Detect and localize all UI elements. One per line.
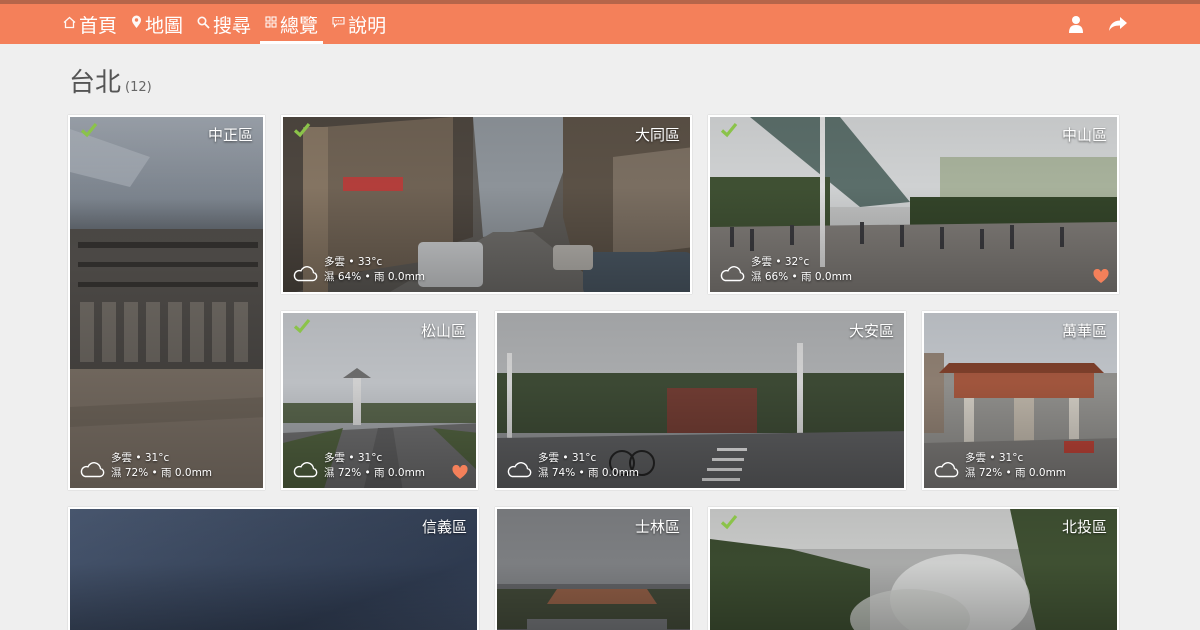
district-name: 松山區: [420, 322, 466, 340]
district-name: 士林區: [634, 518, 680, 536]
district-card-wanhua[interactable]: 萬華區 多雲 • 31°c 濕 72% • 雨 0.0mm: [922, 311, 1119, 490]
weather-line-1: 多雲 • 31°c: [965, 452, 1024, 464]
nav-tabs: 首頁 地圖 搜尋 總覽 說明: [56, 4, 393, 44]
card-shade: [70, 117, 263, 488]
district-name: 萬華區: [1061, 322, 1107, 340]
navbar: 首頁 地圖 搜尋 總覽 說明: [0, 4, 1200, 44]
cloud-icon: [293, 462, 318, 478]
share-icon: [1109, 17, 1127, 31]
nav-home[interactable]: 首頁: [56, 4, 124, 44]
grid-icon: [265, 16, 277, 32]
weather-line-1: 多雲 • 31°c: [538, 452, 597, 464]
weather-line-1: 多雲 • 31°c: [111, 452, 170, 464]
weather-info: 多雲 • 31°c 濕 74% • 雨 0.0mm: [506, 451, 639, 481]
nav-map-label: 地圖: [145, 14, 184, 37]
user-icon: [1069, 16, 1083, 33]
nav-actions: [1066, 4, 1128, 44]
city-name: 台北: [69, 68, 122, 98]
user-button[interactable]: [1066, 14, 1086, 34]
check-icon: [293, 122, 311, 138]
district-card-zhongshan[interactable]: 中山區 多雲 • 32°c 濕 66% • 雨 0.0mm: [708, 115, 1119, 294]
weather-line-1: 多雲 • 33°c: [324, 256, 383, 268]
heart-icon[interactable]: [452, 465, 468, 480]
weather-info: 多雲 • 31°c 濕 72% • 雨 0.0mm: [292, 451, 425, 481]
card-shade: [70, 509, 477, 630]
district-name: 北投區: [1061, 518, 1107, 536]
cloud-icon: [934, 462, 959, 478]
weather-text: 多雲 • 31°c 濕 74% • 雨 0.0mm: [538, 451, 639, 481]
cloud-icon: [720, 266, 745, 282]
cloud-icon: [507, 462, 532, 478]
nav-overview[interactable]: 總覽: [258, 4, 325, 44]
district-name: 大安區: [848, 322, 894, 340]
weather-text: 多雲 • 31°c 濕 72% • 雨 0.0mm: [324, 451, 425, 481]
check-icon: [293, 318, 311, 334]
district-card-daan[interactable]: 大安區 多雲 • 31°c 濕 74% • 雨 0.0mm: [495, 311, 906, 490]
weather-line-1: 多雲 • 31°c: [324, 452, 383, 464]
cloud-icon: [293, 266, 318, 282]
district-name: 中山區: [1061, 126, 1107, 144]
page-title: 台北 (12): [69, 62, 152, 99]
nav-search-label: 搜尋: [213, 14, 252, 37]
district-count: (12): [125, 80, 152, 95]
weather-info: 多雲 • 32°c 濕 66% • 雨 0.0mm: [719, 255, 852, 285]
nav-home-label: 首頁: [79, 14, 118, 37]
weather-line-2: 濕 72% • 雨 0.0mm: [965, 467, 1067, 479]
district-card-datong[interactable]: 大同區 多雲 • 33°c 濕 64% • 雨 0.0mm: [281, 115, 692, 294]
weather-info: 多雲 • 31°c 濕 72% • 雨 0.0mm: [79, 451, 212, 481]
weather-line-1: 多雲 • 32°c: [751, 256, 810, 268]
nav-help[interactable]: 說明: [325, 4, 393, 44]
share-button[interactable]: [1108, 14, 1128, 34]
nav-search[interactable]: 搜尋: [190, 4, 258, 44]
district-card-shilin[interactable]: 士林區: [495, 507, 692, 630]
district-card-xinyi[interactable]: 信義區: [68, 507, 479, 630]
district-name: 信義區: [421, 518, 467, 536]
weather-info: 多雲 • 33°c 濕 64% • 雨 0.0mm: [292, 255, 425, 285]
chat-icon: [332, 16, 345, 32]
check-icon: [80, 122, 98, 138]
weather-line-2: 濕 64% • 雨 0.0mm: [324, 271, 426, 283]
weather-text: 多雲 • 32°c 濕 66% • 雨 0.0mm: [751, 255, 852, 285]
nav-overview-label: 總覽: [280, 14, 319, 37]
weather-text: 多雲 • 31°c 濕 72% • 雨 0.0mm: [111, 451, 212, 481]
search-icon: [197, 15, 210, 33]
district-card-zhongzheng[interactable]: 中正區 多雲 • 31°c 濕 72% • 雨 0.0mm: [68, 115, 265, 490]
heart-icon[interactable]: [1093, 269, 1109, 284]
weather-text: 多雲 • 33°c 濕 64% • 雨 0.0mm: [324, 255, 425, 285]
district-card-beitou[interactable]: 北投區: [708, 507, 1119, 630]
district-card-songshan[interactable]: 松山區 多雲 • 31°c 濕 72% • 雨 0.0mm: [281, 311, 478, 490]
weather-info: 多雲 • 31°c 濕 72% • 雨 0.0mm: [933, 451, 1066, 481]
district-name: 中正區: [207, 126, 253, 144]
weather-text: 多雲 • 31°c 濕 72% • 雨 0.0mm: [965, 451, 1066, 481]
cloud-icon: [80, 462, 105, 478]
nav-map[interactable]: 地圖: [124, 4, 190, 44]
weather-line-2: 濕 72% • 雨 0.0mm: [111, 467, 213, 479]
home-icon: [63, 16, 76, 33]
map-pin-icon: [131, 15, 142, 33]
weather-line-2: 濕 74% • 雨 0.0mm: [538, 467, 640, 479]
check-icon: [720, 122, 738, 138]
weather-line-2: 濕 66% • 雨 0.0mm: [751, 271, 853, 283]
weather-line-2: 濕 72% • 雨 0.0mm: [324, 467, 426, 479]
nav-help-label: 說明: [348, 14, 387, 37]
check-icon: [720, 514, 738, 530]
district-name: 大同區: [634, 126, 680, 144]
card-shade: [710, 509, 1117, 630]
